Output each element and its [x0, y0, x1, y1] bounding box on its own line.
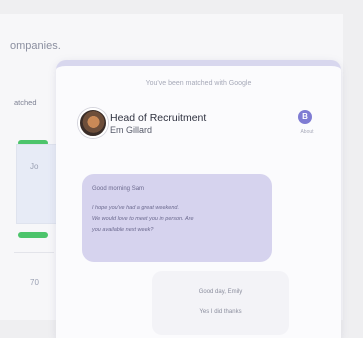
contact-name: Em Gillard: [110, 125, 153, 135]
app-frame: ompanies. atched Jo 70 You've been match…: [0, 0, 363, 338]
outgoing-message: Good day, Emily Yes I did thanks: [152, 271, 289, 335]
avatar[interactable]: [78, 108, 108, 138]
contact-title: Head of Recruitment: [110, 112, 207, 124]
matched-label: atched: [14, 98, 37, 107]
about-button[interactable]: B: [298, 110, 312, 124]
message-line: We would love to meet you in person. Are: [92, 216, 194, 222]
status-pill: [18, 232, 48, 238]
companies-heading: ompanies.: [10, 40, 61, 52]
chat-panel: You've been matched with Google Head of …: [56, 60, 341, 338]
reply-line: Good day, Emily: [198, 289, 243, 295]
incoming-message: Good morning Sam I hope you've had a gre…: [82, 174, 272, 262]
divider: [14, 252, 54, 253]
background-number: 70: [30, 278, 39, 287]
reply-line: Yes I did thanks: [199, 309, 242, 315]
match-message: You've been matched with Google: [145, 80, 252, 87]
message-greeting: Good morning Sam: [92, 186, 145, 192]
about-label: About: [300, 129, 314, 135]
about-icon: B: [302, 112, 308, 121]
message-line: you available next week?: [92, 227, 154, 233]
background-card[interactable]: [16, 144, 58, 224]
top-strip: [0, 0, 363, 14]
message-line: I hope you've had a great weekend.: [92, 205, 179, 211]
background-number: Jo: [30, 162, 39, 171]
